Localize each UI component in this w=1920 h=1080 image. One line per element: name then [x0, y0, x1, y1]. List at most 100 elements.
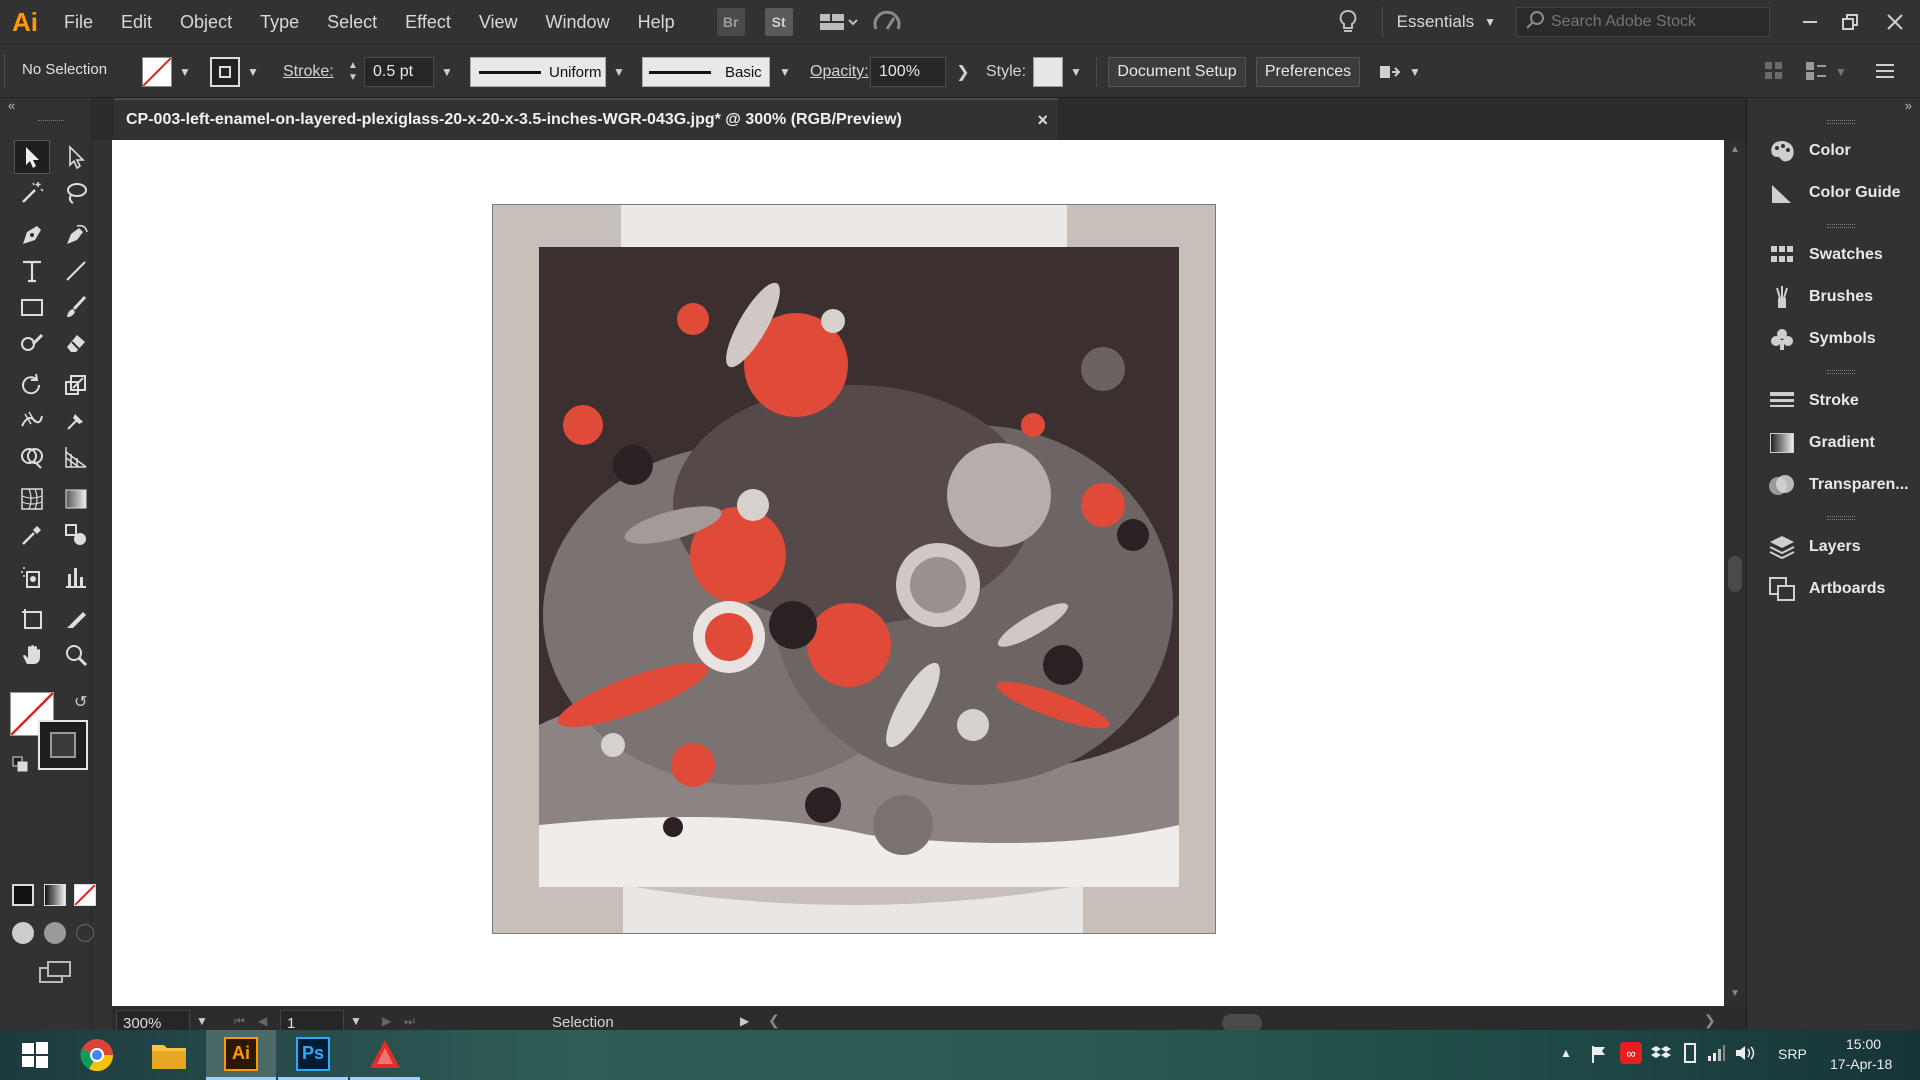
scroll-up-icon[interactable]: ▲	[1730, 144, 1740, 155]
show-hidden-icons[interactable]: ▲	[1560, 1046, 1572, 1060]
expand-panels-icon[interactable]: »	[1905, 98, 1912, 113]
lasso-tool-icon[interactable]	[58, 176, 94, 210]
collapse-toolbar-icon[interactable]: «	[8, 98, 15, 113]
rectangle-tool-icon[interactable]	[14, 290, 50, 324]
first-artboard-icon[interactable]: ⏮	[234, 1014, 245, 1029]
status-menu-arrow-icon[interactable]: ▶	[740, 1014, 749, 1028]
line-segment-tool-icon[interactable]	[58, 254, 94, 288]
last-artboard-icon[interactable]: ⏭	[404, 1014, 415, 1029]
document-setup-button[interactable]: Document Setup	[1108, 57, 1246, 87]
draw-inside-icon[interactable]	[76, 924, 94, 942]
opacity-field[interactable]: 100%	[870, 57, 946, 87]
fill-swatch[interactable]	[142, 57, 172, 87]
color-panel-button[interactable]: Color	[1747, 132, 1920, 170]
eyedropper-tool-icon[interactable]	[14, 518, 50, 552]
hscroll-left-icon[interactable]: ❮	[768, 1012, 780, 1029]
placed-artwork-image[interactable]	[492, 204, 1216, 934]
default-fill-stroke-icon[interactable]	[12, 756, 28, 772]
style-chevron-icon[interactable]: ▼	[1065, 57, 1087, 87]
pen-tool-icon[interactable]	[14, 218, 50, 252]
fill-dropdown-chevron-icon[interactable]: ▼	[174, 57, 196, 87]
scale-tool-icon[interactable]	[58, 368, 94, 402]
none-mode-icon[interactable]	[74, 884, 96, 906]
artboards-panel-button[interactable]: Artboards	[1747, 570, 1920, 608]
stroke-panel-button[interactable]: Stroke	[1747, 382, 1920, 420]
symbol-sprayer-tool-icon[interactable]	[14, 560, 50, 594]
screen-mode-icon[interactable]	[38, 960, 72, 986]
close-tab-icon[interactable]: ×	[1037, 110, 1048, 131]
color-mode-icon[interactable]	[12, 884, 34, 906]
dropbox-tray-icon[interactable]	[1650, 1044, 1672, 1069]
artboard-chevron-icon[interactable]: ▼	[350, 1014, 362, 1028]
stroke-color-box[interactable]	[38, 720, 88, 770]
action-center-flag-icon[interactable]	[1590, 1044, 1608, 1069]
gradient-panel-button[interactable]: Gradient	[1747, 424, 1920, 462]
gradient-mode-icon[interactable]	[44, 884, 66, 906]
puppet-warp-tool-icon[interactable]	[58, 404, 94, 438]
clock-time[interactable]: 15:00	[1846, 1036, 1881, 1052]
panel-group-grip[interactable]	[1827, 120, 1855, 124]
volume-icon[interactable]	[1734, 1044, 1756, 1067]
width-tool-icon[interactable]	[14, 404, 50, 438]
stroke-dropdown-chevron-icon[interactable]: ▼	[242, 57, 264, 87]
stock-button[interactable]: St	[764, 8, 793, 36]
close-window-button[interactable]	[1870, 0, 1920, 44]
acrobat-taskbar-button[interactable]	[350, 1030, 420, 1080]
direct-selection-tool-icon[interactable]	[58, 140, 94, 174]
paintbrush-tool-icon[interactable]	[58, 290, 94, 324]
artboard-tool-icon[interactable]	[14, 602, 50, 636]
symbols-panel-button[interactable]: Symbols	[1747, 320, 1920, 358]
network-signal-icon[interactable]	[1706, 1044, 1726, 1067]
shaper-tool-icon[interactable]	[14, 326, 50, 360]
vertical-scrollbar[interactable]: ▲ ▼	[1724, 140, 1746, 1006]
gpu-performance-icon[interactable]	[869, 7, 905, 37]
photoshop-taskbar-button[interactable]: Ps	[278, 1030, 348, 1080]
menu-window[interactable]: Window	[532, 0, 624, 44]
menu-view[interactable]: View	[465, 0, 532, 44]
mesh-tool-icon[interactable]	[14, 482, 50, 516]
isolate-chevron-icon[interactable]: ▼	[1830, 57, 1852, 87]
menu-type[interactable]: Type	[246, 0, 313, 44]
menu-help[interactable]: Help	[624, 0, 689, 44]
magic-wand-tool-icon[interactable]	[14, 176, 50, 210]
transparency-panel-button[interactable]: Transparen...	[1747, 466, 1920, 504]
style-swatch[interactable]	[1033, 57, 1063, 87]
hand-tool-icon[interactable]	[14, 638, 50, 672]
swatches-panel-button[interactable]: Swatches	[1747, 236, 1920, 274]
preferences-button[interactable]: Preferences	[1256, 57, 1360, 87]
vertical-scroll-thumb[interactable]	[1728, 556, 1742, 592]
eraser-tool-icon[interactable]	[58, 326, 94, 360]
draw-normal-icon[interactable]	[12, 922, 34, 944]
panel-group-grip[interactable]	[1827, 516, 1855, 520]
input-language[interactable]: SRP	[1778, 1046, 1807, 1062]
variable-width-profile[interactable]: Uniform	[470, 57, 606, 87]
panel-group-grip[interactable]	[1827, 224, 1855, 228]
stroke-weight-stepper-icon[interactable]: ▲ ▼	[344, 57, 362, 87]
chrome-icon[interactable]	[62, 1030, 132, 1080]
stroke-swatch[interactable]	[210, 57, 240, 87]
opacity-arrow-icon[interactable]: ❯	[952, 57, 974, 87]
layers-panel-button[interactable]: Layers	[1747, 528, 1920, 566]
column-graph-tool-icon[interactable]	[58, 560, 94, 594]
bridge-button[interactable]: Br	[716, 8, 745, 36]
brushes-panel-button[interactable]: Brushes	[1747, 278, 1920, 316]
blend-tool-icon[interactable]	[58, 518, 94, 552]
transform-grid-icon[interactable]	[1764, 61, 1784, 81]
brush-definition[interactable]: Basic	[642, 57, 770, 87]
profile-chevron-icon[interactable]: ▼	[608, 57, 630, 87]
swap-fill-stroke-icon[interactable]: ↺	[74, 692, 87, 712]
lightbulb-icon[interactable]	[1332, 7, 1364, 37]
menu-file[interactable]: File	[50, 0, 107, 44]
control-menu-icon[interactable]	[1874, 61, 1896, 81]
perspective-grid-tool-icon[interactable]	[58, 440, 94, 474]
minimize-button[interactable]	[1790, 0, 1830, 44]
curvature-tool-icon[interactable]	[58, 218, 94, 252]
arrange-documents-icon[interactable]	[815, 7, 861, 37]
document-tab[interactable]: CP-003-left-enamel-on-layered-plexiglass…	[114, 98, 1058, 140]
menu-select[interactable]: Select	[313, 0, 391, 44]
stroke-weight-field[interactable]: 0.5 pt	[364, 57, 434, 87]
shape-builder-tool-icon[interactable]	[14, 440, 50, 474]
zoom-chevron-icon[interactable]: ▼	[196, 1014, 208, 1028]
creative-cloud-tray-icon[interactable]: ∞	[1620, 1042, 1642, 1064]
workspace-switcher[interactable]: Essentials ▼	[1397, 12, 1496, 32]
